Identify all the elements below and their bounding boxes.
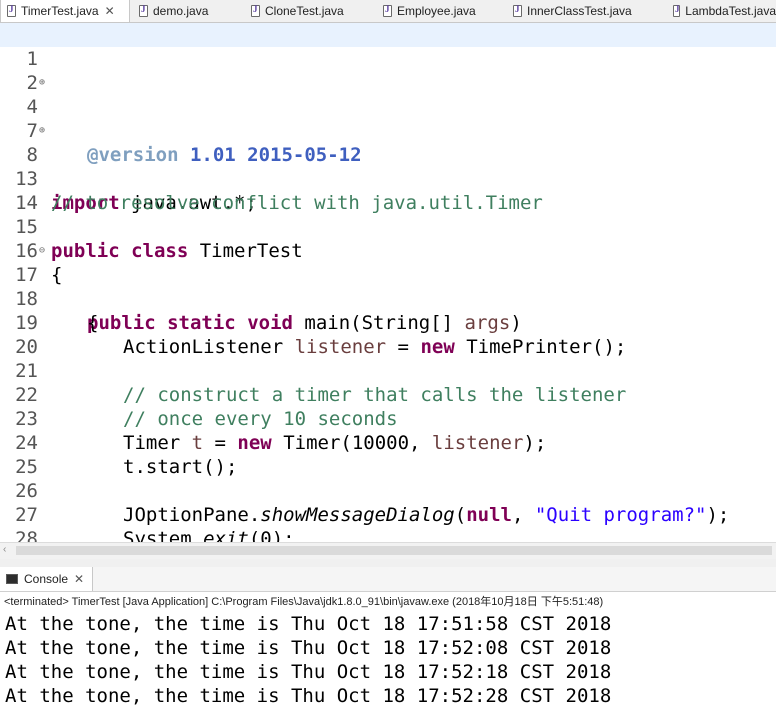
code-line: 1: [0, 23, 776, 70]
code-line: 22 // once every 10 seconds: [0, 359, 776, 430]
console-output-line: At the tone, the time is Thu Oct 18 17:5…: [5, 685, 612, 707]
tab-employee[interactable]: Employee.java: [383, 0, 508, 22]
scrollbar-thumb[interactable]: [16, 546, 772, 555]
code-line: 21 // construct a timer that calls the l…: [0, 335, 776, 406]
editor-horizontal-scrollbar[interactable]: ‹: [0, 542, 776, 559]
tab-label: demo.java: [153, 4, 209, 18]
tab-label: CloneTest.java: [265, 4, 344, 18]
panel-separator: [0, 559, 776, 567]
code-line: 27 System.exit(0);: [0, 479, 776, 542]
java-file-icon: [7, 4, 16, 17]
tab-label: InnerClassTest.java: [527, 4, 632, 18]
console-tab-bar: Console ✕: [0, 567, 776, 592]
code-line: 18 {: [0, 263, 776, 334]
fold-collapse-icon[interactable]: ⊖: [39, 239, 45, 263]
console-tab-label: Console: [24, 572, 69, 586]
editor-tab-bar: TimerTest.java ✕ demo.java CloneTest.java…: [0, 0, 776, 23]
java-file-icon: [513, 4, 522, 17]
tab-innerclasstest[interactable]: InnerClassTest.java: [513, 0, 673, 22]
java-file-icon: [673, 4, 681, 17]
code-line: 2: [0, 47, 776, 94]
code-line: 4 ⊕ @version 1.01 2015-05-12: [0, 71, 776, 166]
code-line: 29 }: [0, 527, 776, 542]
code-line: 13 // to resolve conflict with java.util…: [0, 143, 776, 214]
tab-timertest[interactable]: TimerTest.java ✕: [0, 0, 130, 22]
code-line: 15 public class TimerTest: [0, 191, 776, 262]
close-icon[interactable]: ✕: [105, 4, 115, 18]
console-status-line: <terminated> TimerTest [Java Application…: [4, 596, 604, 608]
code-line: 8 ⊕ import java.awt.*;: [0, 119, 776, 214]
close-icon[interactable]: ✕: [74, 572, 84, 586]
java-file-icon: [383, 4, 392, 17]
code-line: 17 ⊖ public static void main(String[] ar…: [0, 239, 776, 334]
tab-console[interactable]: Console ✕: [0, 567, 94, 591]
tab-label: LambdaTest.java: [685, 4, 776, 18]
code-line: 14: [0, 167, 776, 214]
console-output-line: At the tone, the time is Thu Oct 18 17:5…: [5, 637, 612, 659]
console-output-line: At the tone, the time is Thu Oct 18 17:5…: [5, 661, 612, 683]
code-line: 19 ActionListener listener = new TimePri…: [0, 287, 776, 358]
code-line: 7: [0, 95, 776, 142]
code-line: 23 Timer t = new Timer(10000, listener);: [0, 383, 776, 454]
fold-expand-icon[interactable]: ⊕: [39, 71, 45, 95]
scroll-left-icon[interactable]: ‹: [3, 544, 6, 555]
code-line: 25: [0, 431, 776, 478]
code-line: 24 t.start();: [0, 407, 776, 478]
java-file-icon: [251, 4, 260, 17]
code-line: 16 {: [0, 215, 776, 286]
tab-label: TimerTest.java: [21, 4, 99, 18]
code-line: 26 JOptionPane.showMessageDialog(null, "…: [0, 455, 776, 526]
console-icon: [6, 574, 18, 584]
tab-lambdatest[interactable]: LambdaTest.java: [673, 0, 776, 22]
java-file-icon: [139, 4, 148, 17]
console-output-line: At the tone, the time is Thu Oct 18 17:5…: [5, 613, 612, 635]
code-line: 28 }: [0, 503, 776, 542]
code-editor[interactable]: 1 2 4 ⊕ @version 1.01 2015-05-12 7 8 ⊕ i…: [0, 23, 776, 542]
code-line: 20: [0, 311, 776, 358]
fold-expand-icon[interactable]: ⊕: [39, 119, 45, 143]
tab-label: Employee.java: [397, 4, 476, 18]
tab-clonetest[interactable]: CloneTest.java: [251, 0, 376, 22]
tab-demo[interactable]: demo.java: [139, 0, 254, 22]
